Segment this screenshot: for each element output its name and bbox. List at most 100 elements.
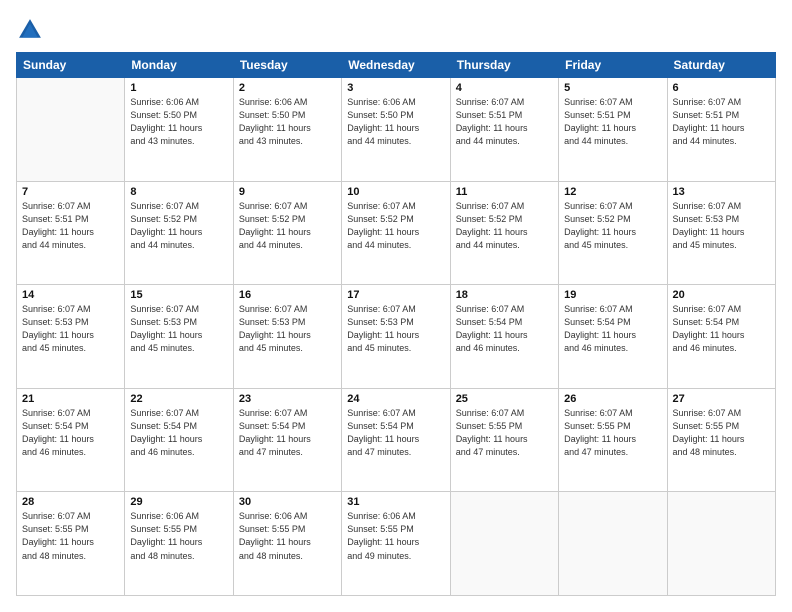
calendar-cell: 18Sunrise: 6:07 AM Sunset: 5:54 PM Dayli… [450,285,558,389]
day-number: 11 [456,186,553,198]
day-number: 24 [347,393,444,405]
day-info: Sunrise: 6:06 AM Sunset: 5:55 PM Dayligh… [130,510,227,562]
day-info: Sunrise: 6:07 AM Sunset: 5:54 PM Dayligh… [22,407,119,459]
calendar-week-3: 14 Sunrise: 6:07 AM Sunset: 5:53 PM Dayli… [17,285,776,389]
day-info: Sunrise: 6:07 AM Sunset: 5:52 PM Dayligh… [239,200,336,252]
calendar-cell: 12 Sunrise: 6:07 AM Sunset: 5:52 PM Dayli… [559,181,667,285]
day-number: 19 [564,289,661,301]
calendar-cell: 10Sunrise: 6:07 AM Sunset: 5:52 PM Dayli… [342,181,450,285]
calendar-cell [450,492,558,596]
calendar-week-4: 21 Sunrise: 6:07 AM Sunset: 5:54 PM Dayli… [17,388,776,492]
day-info: Sunrise: 6:07 AM Sunset: 5:53 PM Dayligh… [22,303,119,355]
day-info: Sunrise: 6:07 AM Sunset: 5:53 PM Dayligh… [347,303,444,355]
day-info: Sunrise: 6:06 AM Sunset: 5:50 PM Dayligh… [239,96,336,148]
calendar-week-1: 1 Sunrise: 6:06 AM Sunset: 5:50 PM Daylig… [17,78,776,182]
day-info: Sunrise: 6:06 AM Sunset: 5:50 PM Dayligh… [347,96,444,148]
calendar-cell: 14 Sunrise: 6:07 AM Sunset: 5:53 PM Dayli… [17,285,125,389]
logo [16,16,48,44]
day-header-monday: Monday [125,53,233,78]
day-info: Sunrise: 6:07 AM Sunset: 5:51 PM Dayligh… [673,96,770,148]
day-number: 31 [347,496,444,508]
calendar-cell [667,492,775,596]
day-info: Sunrise: 6:07 AM Sunset: 5:54 PM Dayligh… [673,303,770,355]
calendar-cell: 30 Sunrise: 6:06 AM Sunset: 5:55 PM Dayli… [233,492,341,596]
day-info: Sunrise: 6:07 AM Sunset: 5:54 PM Dayligh… [564,303,661,355]
calendar-cell: 17Sunrise: 6:07 AM Sunset: 5:53 PM Dayli… [342,285,450,389]
day-number: 15 [130,289,227,301]
day-header-thursday: Thursday [450,53,558,78]
calendar-cell: 13 Sunrise: 6:07 AM Sunset: 5:53 PM Dayli… [667,181,775,285]
day-info: Sunrise: 6:07 AM Sunset: 5:55 PM Dayligh… [564,407,661,459]
day-header-sunday: Sunday [17,53,125,78]
header [16,16,776,44]
day-info: Sunrise: 6:07 AM Sunset: 5:53 PM Dayligh… [130,303,227,355]
calendar-cell [559,492,667,596]
day-info: Sunrise: 6:07 AM Sunset: 5:55 PM Dayligh… [456,407,553,459]
calendar-cell: 6 Sunrise: 6:07 AM Sunset: 5:51 PM Daylig… [667,78,775,182]
day-number: 13 [673,186,770,198]
day-number: 1 [130,82,227,94]
calendar-week-5: 28 Sunrise: 6:07 AM Sunset: 5:55 PM Dayli… [17,492,776,596]
day-header-wednesday: Wednesday [342,53,450,78]
day-info: Sunrise: 6:07 AM Sunset: 5:55 PM Dayligh… [22,510,119,562]
logo-icon [16,16,44,44]
calendar-cell: 9 Sunrise: 6:07 AM Sunset: 5:52 PM Daylig… [233,181,341,285]
day-info: Sunrise: 6:07 AM Sunset: 5:51 PM Dayligh… [22,200,119,252]
day-info: Sunrise: 6:07 AM Sunset: 5:52 PM Dayligh… [130,200,227,252]
day-number: 8 [130,186,227,198]
day-info: Sunrise: 6:07 AM Sunset: 5:54 PM Dayligh… [239,407,336,459]
calendar-cell: 7 Sunrise: 6:07 AM Sunset: 5:51 PM Daylig… [17,181,125,285]
calendar-cell: 23 Sunrise: 6:07 AM Sunset: 5:54 PM Dayli… [233,388,341,492]
calendar-cell: 31 Sunrise: 6:06 AM Sunset: 5:55 PM Dayli… [342,492,450,596]
day-info: Sunrise: 6:07 AM Sunset: 5:55 PM Dayligh… [673,407,770,459]
calendar-cell: 19 Sunrise: 6:07 AM Sunset: 5:54 PM Dayli… [559,285,667,389]
day-number: 21 [22,393,119,405]
calendar-cell: 8 Sunrise: 6:07 AM Sunset: 5:52 PM Daylig… [125,181,233,285]
day-number: 27 [673,393,770,405]
day-number: 12 [564,186,661,198]
calendar-cell: 16 Sunrise: 6:07 AM Sunset: 5:53 PM Dayli… [233,285,341,389]
day-number: 23 [239,393,336,405]
day-number: 16 [239,289,336,301]
calendar-cell: 4 Sunrise: 6:07 AM Sunset: 5:51 PM Daylig… [450,78,558,182]
day-info: Sunrise: 6:07 AM Sunset: 5:52 PM Dayligh… [564,200,661,252]
calendar-header-row: SundayMondayTuesdayWednesdayThursdayFrid… [17,53,776,78]
day-number: 26 [564,393,661,405]
day-number: 18 [456,289,553,301]
day-number: 20 [673,289,770,301]
day-number: 6 [673,82,770,94]
day-info: Sunrise: 6:07 AM Sunset: 5:53 PM Dayligh… [673,200,770,252]
calendar-cell: 21 Sunrise: 6:07 AM Sunset: 5:54 PM Dayli… [17,388,125,492]
day-number: 22 [130,393,227,405]
day-info: Sunrise: 6:07 AM Sunset: 5:54 PM Dayligh… [347,407,444,459]
day-info: Sunrise: 6:07 AM Sunset: 5:53 PM Dayligh… [239,303,336,355]
calendar-cell: 20 Sunrise: 6:07 AM Sunset: 5:54 PM Dayli… [667,285,775,389]
day-info: Sunrise: 6:07 AM Sunset: 5:51 PM Dayligh… [456,96,553,148]
calendar-cell [17,78,125,182]
calendar-cell: 28 Sunrise: 6:07 AM Sunset: 5:55 PM Dayli… [17,492,125,596]
day-header-friday: Friday [559,53,667,78]
day-number: 4 [456,82,553,94]
day-info: Sunrise: 6:06 AM Sunset: 5:50 PM Dayligh… [130,96,227,148]
calendar-cell: 5Sunrise: 6:07 AM Sunset: 5:51 PM Daylig… [559,78,667,182]
calendar-cell: 22Sunrise: 6:07 AM Sunset: 5:54 PM Dayli… [125,388,233,492]
calendar-cell: 15 Sunrise: 6:07 AM Sunset: 5:53 PM Dayli… [125,285,233,389]
calendar-week-2: 7 Sunrise: 6:07 AM Sunset: 5:51 PM Daylig… [17,181,776,285]
day-header-saturday: Saturday [667,53,775,78]
day-info: Sunrise: 6:07 AM Sunset: 5:51 PM Dayligh… [564,96,661,148]
day-number: 28 [22,496,119,508]
calendar-cell: 29 Sunrise: 6:06 AM Sunset: 5:55 PM Dayli… [125,492,233,596]
page: SundayMondayTuesdayWednesdayThursdayFrid… [0,0,792,612]
calendar-cell: 25Sunrise: 6:07 AM Sunset: 5:55 PM Dayli… [450,388,558,492]
day-info: Sunrise: 6:06 AM Sunset: 5:55 PM Dayligh… [347,510,444,562]
day-number: 9 [239,186,336,198]
day-info: Sunrise: 6:06 AM Sunset: 5:55 PM Dayligh… [239,510,336,562]
day-number: 30 [239,496,336,508]
day-number: 14 [22,289,119,301]
day-info: Sunrise: 6:07 AM Sunset: 5:52 PM Dayligh… [347,200,444,252]
day-number: 7 [22,186,119,198]
day-number: 29 [130,496,227,508]
day-number: 2 [239,82,336,94]
calendar-cell: 1 Sunrise: 6:06 AM Sunset: 5:50 PM Daylig… [125,78,233,182]
calendar-cell: 24 Sunrise: 6:07 AM Sunset: 5:54 PM Dayli… [342,388,450,492]
